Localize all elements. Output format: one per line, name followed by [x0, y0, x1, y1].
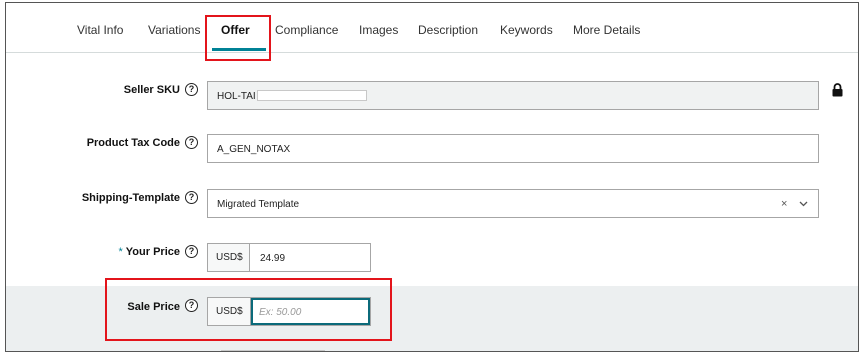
- tab-vital-info[interactable]: Vital Info: [77, 23, 123, 37]
- tab-images[interactable]: Images: [359, 23, 398, 37]
- tab-keywords[interactable]: Keywords: [500, 23, 553, 37]
- required-asterisk: *: [118, 246, 123, 258]
- active-tab-indicator: [212, 48, 266, 51]
- tab-bar: Vital Info Variations Offer Compliance I…: [6, 3, 858, 53]
- your-price-label: * Your Price: [119, 246, 181, 258]
- listing-editor: Vital Info Variations Offer Compliance I…: [5, 2, 859, 352]
- your-price-label-text: Your Price: [125, 246, 180, 258]
- question-circle-icon[interactable]: ?: [185, 191, 198, 204]
- seller-sku-label: Seller SKU: [123, 84, 180, 96]
- sale-price-section: [6, 286, 858, 351]
- product-tax-code-label: Product Tax Code: [86, 137, 180, 149]
- seller-sku-field: HOL-TAI: [207, 81, 819, 110]
- shipping-template-value: Migrated Template: [217, 199, 300, 210]
- question-circle-icon[interactable]: ?: [185, 245, 198, 258]
- tab-offer[interactable]: Offer: [221, 23, 250, 37]
- question-circle-icon[interactable]: ?: [185, 136, 198, 149]
- sale-price-input[interactable]: Ex: 50.00: [251, 298, 370, 325]
- sale-price-label: Sale Price: [127, 301, 180, 313]
- your-price-field[interactable]: USD$ 24.99: [207, 243, 371, 272]
- tab-more-details[interactable]: More Details: [573, 23, 640, 37]
- your-price-value: 24.99: [260, 253, 286, 264]
- currency-prefix: USD$: [208, 244, 250, 271]
- tab-compliance[interactable]: Compliance: [275, 23, 338, 37]
- redaction-box: [257, 90, 367, 101]
- chevron-down-icon[interactable]: [799, 201, 808, 207]
- currency-prefix: USD$: [208, 298, 251, 325]
- lock-icon: [832, 83, 843, 97]
- tab-description[interactable]: Description: [418, 23, 478, 37]
- tab-variations[interactable]: Variations: [148, 23, 200, 37]
- question-circle-icon[interactable]: ?: [185, 83, 198, 96]
- shipping-template-label: Shipping-Template: [81, 192, 180, 204]
- clear-icon[interactable]: ×: [781, 198, 787, 210]
- seller-sku-value: HOL-TAI: [217, 91, 256, 102]
- question-circle-icon[interactable]: ?: [185, 299, 198, 312]
- shipping-template-select[interactable]: Migrated Template ×: [207, 189, 819, 218]
- next-field-partial: [221, 350, 325, 351]
- product-tax-code-value: A_GEN_NOTAX: [217, 144, 291, 155]
- product-tax-code-input[interactable]: A_GEN_NOTAX: [207, 134, 819, 163]
- sale-price-field[interactable]: USD$ Ex: 50.00: [207, 297, 371, 326]
